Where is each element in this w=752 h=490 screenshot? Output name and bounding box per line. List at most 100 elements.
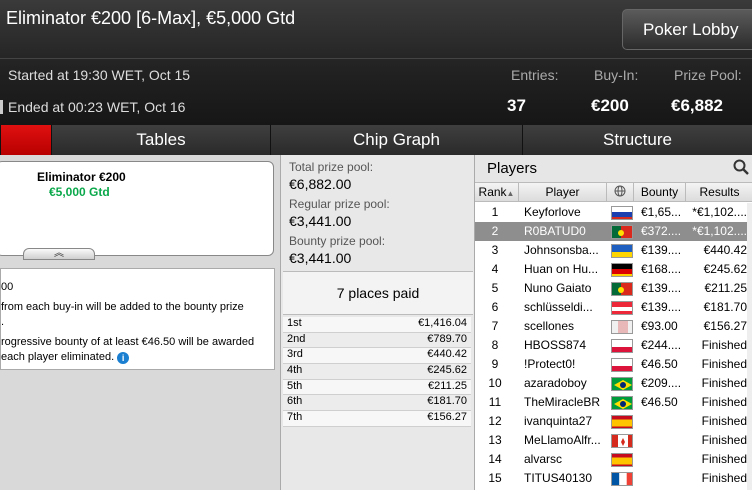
results-column-header[interactable]: Results — [686, 183, 752, 202]
flag-canada-icon — [611, 434, 633, 448]
flag-spain-icon — [611, 453, 633, 467]
tournament-info-pane: Eliminator €200 €5,000 Gtd ︽ 00 from eac… — [0, 155, 280, 490]
player-row[interactable]: 5 Nuno Gaiato €139.... €211.25 — [475, 279, 752, 298]
buyin-label: Buy-In: — [594, 67, 639, 83]
player-row[interactable]: 4 Huan on Hu... €168.... €245.62 — [475, 260, 752, 279]
payout-row: 1st €1,416.04 — [283, 317, 471, 333]
players-list: 1 Keyforlove €1,65... *€1,102.... 2 R0BATUD0 €… — [475, 203, 752, 488]
player-result: *€1,102.... — [692, 205, 747, 219]
payout-amount: €156.27 — [427, 411, 467, 424]
player-rank: 5 — [491, 281, 499, 295]
players-title: Players — [487, 160, 538, 177]
flag-brazil-icon — [611, 396, 633, 410]
flag-poland-icon — [611, 339, 633, 353]
player-row[interactable]: 12 ivanquinta27 Finished — [475, 412, 752, 431]
payout-row: 4th €245.62 — [283, 364, 471, 380]
flag-generic-icon — [611, 320, 633, 334]
player-rank: 9 — [491, 357, 499, 371]
tournament-card: Eliminator €200 €5,000 Gtd — [0, 161, 274, 256]
description-line: . — [1, 316, 5, 328]
player-rank: 1 — [491, 205, 499, 219]
payout-amount: €789.70 — [427, 332, 467, 345]
player-row[interactable]: 10 azaradoboy €209.... Finished — [475, 374, 752, 393]
player-rank: 15 — [488, 471, 502, 485]
flag-poland-icon — [611, 358, 633, 372]
player-name: scellones — [524, 319, 575, 333]
payout-amount: €245.62 — [427, 364, 467, 377]
player-name: TheMiracleBR — [524, 395, 601, 409]
bounty-column-header[interactable]: Bounty — [634, 183, 686, 202]
prizepool-value: €6,882 — [671, 96, 723, 115]
player-row[interactable]: 14 alvarsc Finished — [475, 450, 752, 469]
description-line-text: each player eliminated. — [1, 351, 115, 363]
tab-chip-graph[interactable]: Chip Graph — [270, 125, 522, 155]
player-result: Finished — [701, 414, 747, 428]
player-row[interactable]: 3 Johnsonsba... €139.... €440.42 — [475, 241, 752, 260]
player-row[interactable]: 11 TheMiracleBR €46.50 Finished — [475, 393, 752, 412]
card-tournament-name: Eliminator €200 — [37, 170, 126, 184]
prize-pool-pane: Total prize pool: €6,882.00 Regular priz… — [280, 155, 474, 490]
player-row[interactable]: 8 HBOSS874 €244.... Finished — [475, 336, 752, 355]
player-bounty: €46.50 — [641, 395, 678, 409]
player-column-header[interactable]: Player — [519, 183, 607, 202]
players-header: Players — [475, 155, 752, 182]
player-name: Huan on Hu... — [524, 262, 599, 276]
player-result: *€1,102.... — [692, 224, 747, 238]
players-scrollbar[interactable] — [747, 203, 752, 490]
player-rank: 6 — [491, 300, 499, 314]
tab-info[interactable] — [0, 125, 51, 155]
info-icon[interactable]: i — [117, 352, 130, 364]
player-name: MeLlamoAlfr... — [524, 433, 601, 447]
sort-up-icon: ▲ — [506, 189, 515, 198]
places-paid: 7 places paid — [283, 271, 473, 315]
started-time: Started at 19:30 WET, Oct 15 — [8, 67, 191, 83]
total-pool-value: €6,882.00 — [289, 176, 352, 192]
player-row[interactable]: 7 scellones €93.00 €156.27 — [475, 317, 752, 336]
player-name: TITUS40130 — [524, 471, 593, 485]
player-rank: 2 — [491, 224, 499, 238]
player-row[interactable]: 2 R0BATUD0 €372.... *€1,102.... — [475, 222, 752, 241]
player-result: Finished — [701, 471, 747, 485]
card-guarantee: €5,000 Gtd — [49, 185, 110, 199]
player-name: R0BATUD0 — [524, 224, 586, 238]
tab-structure[interactable]: Structure — [522, 125, 752, 155]
ended-time: Ended at 00:23 WET, Oct 16 — [8, 99, 186, 115]
player-rank: 8 — [491, 338, 499, 352]
regular-pool-label: Regular prize pool: — [289, 197, 390, 211]
player-name: Johnsonsba... — [524, 243, 599, 257]
players-pane: Players Rank▲ Player Bounty Results 1 Key… — [474, 155, 752, 490]
buyin-value: €200 — [591, 96, 629, 115]
player-result: Finished — [701, 433, 747, 447]
poker-lobby-button[interactable]: Poker Lobby — [622, 9, 752, 50]
payout-place: 1st — [287, 317, 302, 329]
player-bounty: €139.... — [641, 243, 682, 257]
rank-column-label: Rank — [478, 185, 507, 199]
flag-austria-icon — [611, 301, 633, 315]
payout-amount: €1,416.04 — [418, 317, 467, 329]
player-row[interactable]: 1 Keyforlove €1,65... *€1,102.... — [475, 203, 752, 222]
entries-label: Entries: — [511, 67, 559, 83]
player-result: €211.25 — [704, 281, 748, 295]
payout-place: 2nd — [287, 332, 306, 345]
collapse-toggle-button[interactable]: ︽ — [23, 248, 95, 260]
bounty-pool-value: €3,441.00 — [289, 250, 352, 266]
player-row[interactable]: 6 schlüsseldi... €139.... €181.70 — [475, 298, 752, 317]
player-result: €181.70 — [703, 300, 747, 314]
player-name: !Protect0! — [524, 357, 576, 371]
player-row[interactable]: 13 MeLlamoAlfr... Finished — [475, 431, 752, 450]
description-line: from each buy-in will be added to the bo… — [1, 301, 244, 313]
rank-column-header[interactable]: Rank▲ — [475, 183, 519, 202]
payout-place: 3rd — [287, 348, 303, 361]
player-row[interactable]: 15 TITUS40130 Finished — [475, 469, 752, 488]
tab-tables[interactable]: Tables — [51, 125, 270, 155]
player-name: alvarsc — [524, 452, 563, 466]
players-column-header: Rank▲ Player Bounty Results — [475, 182, 752, 202]
player-row[interactable]: 9 !Protect0! €46.50 Finished — [475, 355, 752, 374]
tournament-description: 00 from each buy-in will be added to the… — [0, 268, 275, 370]
country-column-header[interactable] — [607, 183, 634, 202]
payout-place: 7th — [287, 411, 303, 424]
globe-icon — [614, 185, 626, 197]
flag-germany-icon — [611, 263, 633, 277]
search-icon[interactable] — [733, 159, 749, 175]
player-rank: 3 — [491, 243, 499, 257]
